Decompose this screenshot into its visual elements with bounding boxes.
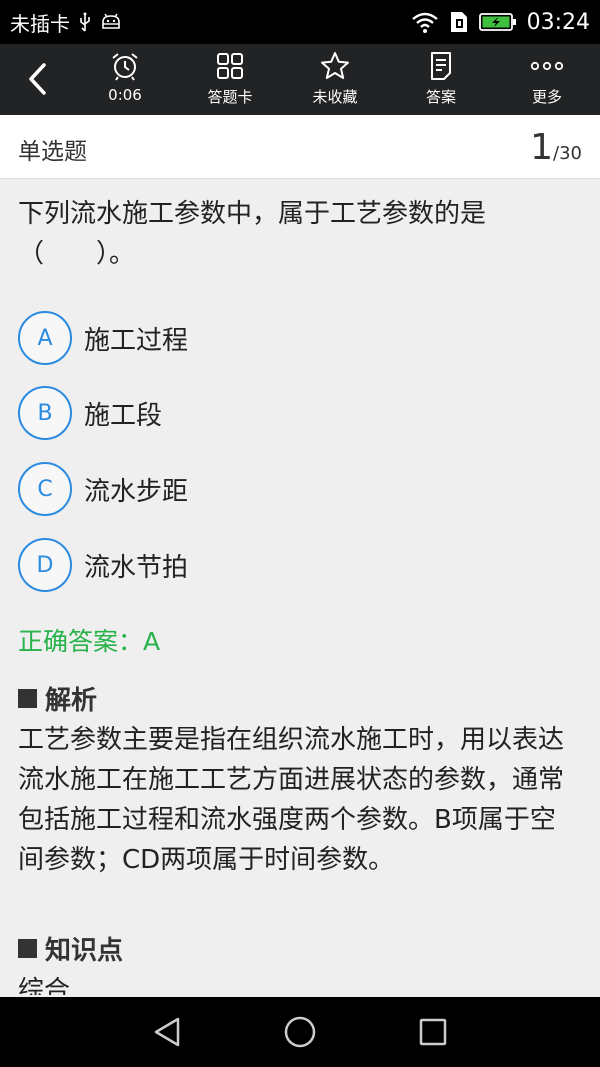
timer-button[interactable]: 0:06 [85, 50, 165, 110]
square-bullet-icon [18, 939, 37, 958]
option-text: 施工过程 [84, 325, 189, 356]
usb-icon [78, 12, 92, 32]
favorite-label: 未收藏 [312, 88, 358, 106]
analysis-text: 工艺参数主要是指在组织流水施工时，用以表达流水施工在施工工艺方面进展状态的参数，… [18, 725, 565, 875]
nav-home-button[interactable] [280, 1014, 320, 1050]
star-icon [320, 50, 350, 82]
question-text: 下列流水施工参数中，属于工艺参数的是（ ）。 [18, 199, 487, 269]
favorite-button[interactable]: 未收藏 [295, 50, 375, 110]
chevron-left-icon [29, 63, 46, 95]
navigation-bar [0, 997, 600, 1067]
option-text: 施工段 [84, 400, 163, 431]
knowledge-text: 综合 [18, 976, 71, 995]
top-toolbar: 0:06 答题卡 未收藏 答案 更多 [0, 44, 600, 115]
question-counter: 1/30 [530, 127, 582, 168]
option-d[interactable]: D 流水节拍 [18, 535, 578, 595]
option-a[interactable]: A 施工过程 [18, 308, 578, 368]
option-letter: D [18, 538, 72, 592]
knowledge-heading: 知识点 [18, 930, 123, 967]
carrier-label: 未插卡 [10, 11, 70, 36]
square-bullet-icon [18, 689, 37, 708]
answer-label: 答案 [425, 88, 456, 106]
answer-card-button[interactable]: 答题卡 [190, 50, 270, 110]
alarm-clock-icon [110, 50, 140, 82]
document-icon [429, 50, 453, 82]
circle-home-icon [284, 1016, 316, 1048]
option-b[interactable]: B 施工段 [18, 383, 578, 443]
answer-card-label: 答题卡 [207, 88, 253, 106]
analysis-title: 解析 [45, 686, 98, 716]
sim-icon [449, 10, 469, 34]
more-label: 更多 [531, 88, 562, 106]
answer-button[interactable]: 答案 [401, 50, 481, 110]
total-questions: /30 [553, 143, 582, 164]
wifi-icon [411, 11, 439, 33]
clock: 03:24 [526, 9, 590, 35]
option-c[interactable]: C 流水步距 [18, 459, 578, 519]
more-button[interactable]: 更多 [507, 50, 587, 110]
question-header: 单选题 1/30 [0, 115, 600, 179]
option-letter: B [18, 386, 72, 440]
option-letter: C [18, 462, 72, 516]
correct-answer: 正确答案：A [18, 627, 161, 656]
battery-charging-icon [478, 12, 517, 32]
back-button[interactable] [14, 56, 60, 102]
knowledge-title: 知识点 [45, 936, 124, 966]
nav-back-button[interactable] [147, 1014, 187, 1050]
more-dots-icon [530, 50, 564, 82]
timer-label: 0:06 [108, 86, 142, 104]
question-content[interactable]: 下列流水施工参数中，属于工艺参数的是（ ）。 A 施工过程 B 施工段 C 流水… [0, 180, 600, 995]
android-debug-icon [100, 12, 122, 32]
analysis-heading: 解析 [18, 680, 97, 717]
option-text: 流水节拍 [84, 552, 189, 583]
nav-recents-button[interactable] [413, 1014, 453, 1050]
option-text: 流水步距 [84, 476, 189, 507]
status-bar: 未插卡 03:24 [0, 0, 600, 44]
square-recents-icon [419, 1018, 447, 1046]
option-letter: A [18, 311, 72, 365]
current-question-number: 1 [530, 127, 554, 168]
question-type: 单选题 [18, 139, 87, 165]
triangle-back-icon [154, 1017, 180, 1047]
grid-icon [216, 50, 244, 82]
